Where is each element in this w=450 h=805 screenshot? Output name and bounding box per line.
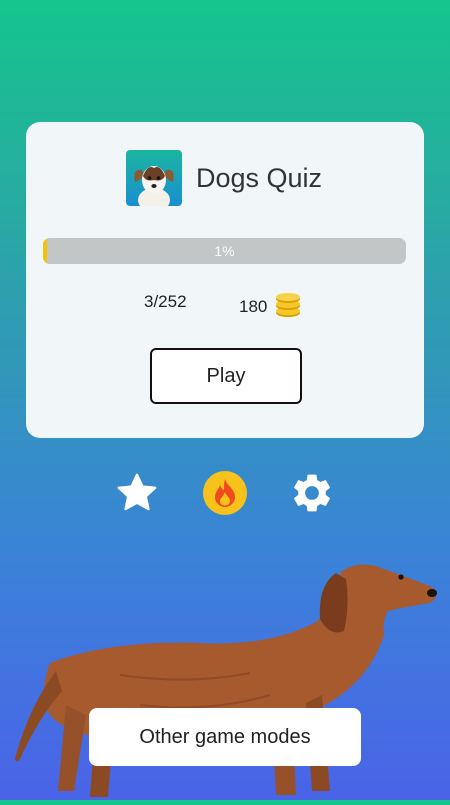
play-button[interactable]: Play xyxy=(150,348,302,404)
coin-count: 180 xyxy=(239,296,268,316)
dog-photo-icon xyxy=(126,150,182,206)
coins: 180 xyxy=(239,290,303,323)
star-icon[interactable] xyxy=(114,470,160,516)
gear-icon[interactable] xyxy=(289,470,335,516)
quiz-card: Dogs Quiz 1% 3/252 180 Play xyxy=(26,122,424,438)
other-game-modes-button[interactable]: Other game modes xyxy=(89,708,361,766)
answered-count: 3/252 xyxy=(144,292,187,311)
fire-icon[interactable] xyxy=(202,470,248,516)
app-title: Dogs Quiz xyxy=(196,162,323,193)
dachshund-illustration xyxy=(0,555,450,805)
progress-label: 1% xyxy=(214,243,235,259)
title-row: Dogs Quiz xyxy=(126,150,322,206)
stats-row: 3/252 180 xyxy=(26,288,424,317)
progress-bar: 1% xyxy=(43,238,406,264)
coin-stack-icon xyxy=(273,290,303,323)
